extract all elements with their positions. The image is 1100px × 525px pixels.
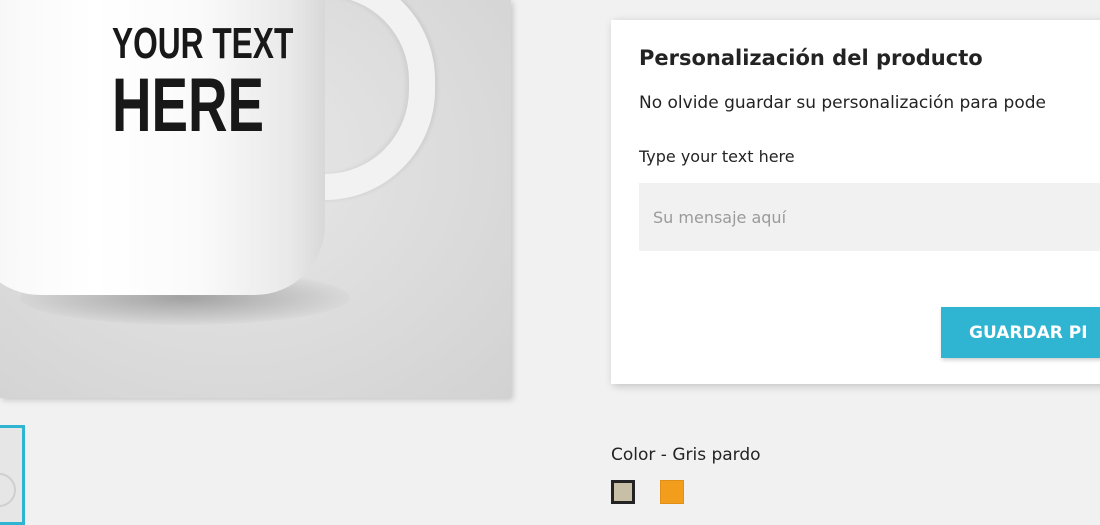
customization-title: Personalización del producto [639,46,983,70]
customization-card: Personalización del producto No olvide g… [611,20,1100,384]
thumbnail-mug-icon [0,473,16,507]
color-swatch-naranja[interactable] [660,480,684,504]
product-image[interactable]: YOUR TEXT HERE [0,0,511,398]
mug-print-text: YOUR TEXT HERE [112,22,293,144]
text-field-label: Type your text here [639,147,795,166]
color-swatch-gris-pardo[interactable] [611,480,635,504]
save-customization-button[interactable]: GUARDAR PI [941,307,1100,358]
customization-notice: No olvide guardar su personalización par… [639,93,1046,113]
custom-text-input[interactable] [639,183,1100,251]
product-thumbnail-selected[interactable] [0,425,25,525]
color-label: Color - Gris pardo [611,445,761,465]
mug-text-line1: YOUR TEXT [112,19,294,68]
mug-text-line2: HERE [112,63,265,148]
